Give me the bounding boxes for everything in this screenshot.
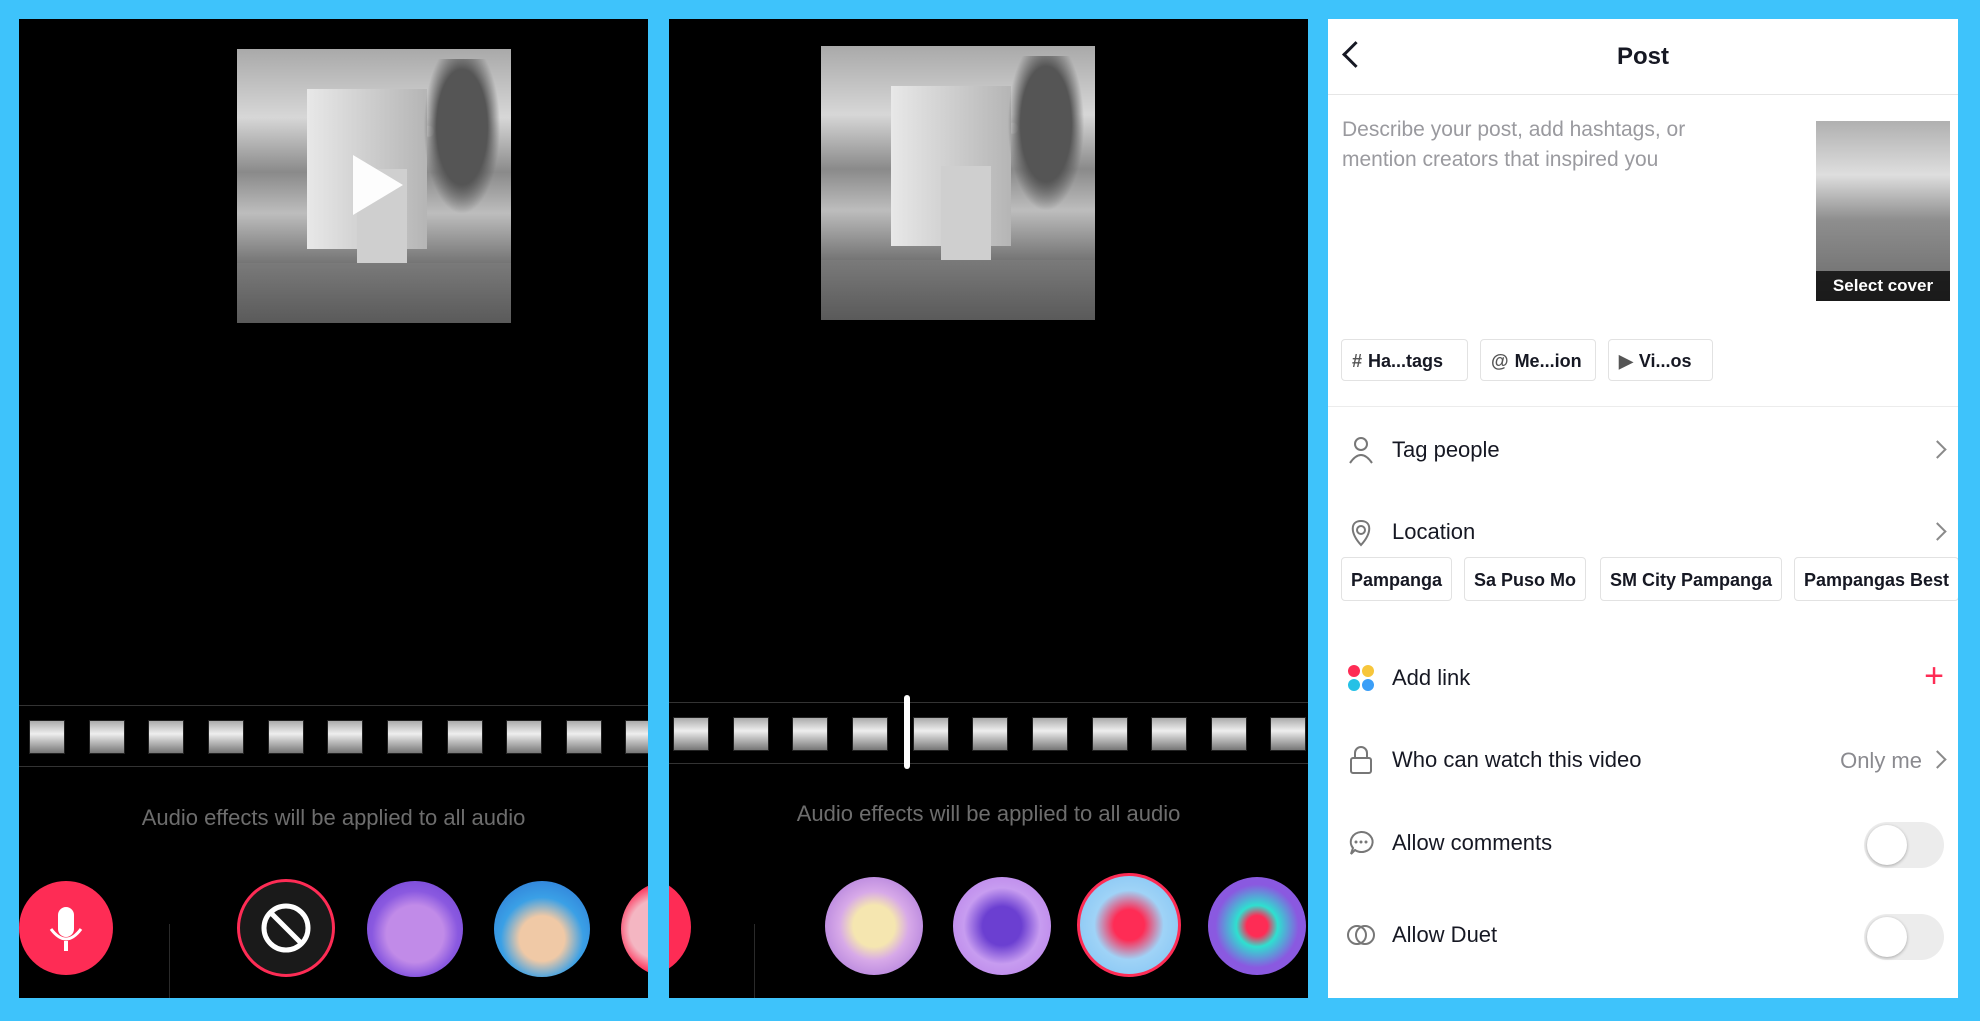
video-preview[interactable]	[237, 49, 511, 323]
hashtag-icon: #	[1352, 351, 1363, 371]
video-preview[interactable]	[821, 46, 1095, 320]
allow-duet-row: Allow Duet	[1328, 908, 1958, 964]
location-row[interactable]: Location	[1328, 505, 1958, 561]
location-suggestion[interactable]: Pampangas Best	[1794, 557, 1958, 601]
effect-cat-button[interactable]	[367, 881, 463, 977]
apps-icon	[1348, 665, 1374, 691]
page-title: Post	[1616, 43, 1669, 70]
play-icon[interactable]	[353, 155, 403, 215]
location-suggestion[interactable]: Pampanga	[1341, 557, 1453, 601]
allow-comments-toggle[interactable]	[1864, 822, 1944, 868]
tag-people-row[interactable]: Tag people	[1328, 423, 1958, 479]
comment-icon	[1349, 830, 1374, 855]
audio-editor-panel-left: Audio effects will be applied to all aud…	[19, 19, 648, 998]
allow-comments-row: Allow comments	[1328, 816, 1958, 872]
select-cover-button[interactable]: Select cover	[1816, 271, 1950, 301]
plus-icon[interactable]: +	[1924, 659, 1944, 693]
location-suggestion[interactable]: SM City Pampanga	[1600, 557, 1783, 601]
privacy-value: Only me	[1840, 748, 1922, 773]
no-effect-icon	[261, 903, 311, 953]
cover-thumbnail[interactable]: Select cover	[1816, 121, 1950, 301]
timeline-filmstrip[interactable]	[669, 702, 1308, 764]
person-icon	[1349, 437, 1373, 464]
audio-editor-panel-middle: Audio effects will be applied to all aud…	[669, 19, 1308, 998]
timeline-filmstrip[interactable]	[19, 705, 648, 767]
mentions-chip[interactable]: @ Me...ion	[1480, 339, 1596, 381]
location-suggestion[interactable]: Sa Puso Mo	[1464, 557, 1587, 601]
voiceover-button[interactable]	[19, 881, 113, 975]
effect-none-button[interactable]	[237, 879, 335, 977]
effect-vibrato-button[interactable]	[1077, 873, 1181, 977]
header: Post	[1328, 19, 1958, 95]
location-pin-icon	[1351, 519, 1371, 547]
post-panel: Post Describe your post, add hashtags, o…	[1328, 19, 1958, 998]
effect-electronic-button[interactable]	[1208, 877, 1306, 975]
effect-man-button[interactable]	[494, 881, 590, 977]
who-can-watch-row[interactable]: Who can watch this video Only me	[1328, 733, 1958, 789]
lock-icon	[1350, 746, 1372, 774]
chevron-right-icon	[1928, 750, 1947, 769]
microphone-icon	[49, 907, 83, 951]
videos-chip[interactable]: ▶ Vi...os	[1608, 339, 1713, 381]
chevron-right-icon	[1928, 440, 1947, 459]
play-circle-icon: ▶	[1619, 351, 1633, 371]
timeline-playhead[interactable]	[904, 695, 910, 769]
allow-duet-toggle[interactable]	[1864, 914, 1944, 960]
effect-next-button[interactable]	[621, 881, 648, 977]
audio-hint: Audio effects will be applied to all aud…	[796, 801, 1181, 826]
add-link-row[interactable]: Add link +	[1328, 651, 1958, 707]
description-input[interactable]: Describe your post, add hashtags, or men…	[1342, 115, 1722, 175]
effect-battery-button[interactable]	[953, 877, 1051, 975]
audio-hint: Audio effects will be applied to all aud…	[141, 805, 526, 830]
duet-icon	[1347, 925, 1375, 945]
next-setting-row	[1328, 987, 1958, 998]
effect-robot-button[interactable]	[825, 877, 923, 975]
hashtags-chip[interactable]: # Ha...tags	[1341, 339, 1468, 381]
effect-prev-button[interactable]	[669, 877, 691, 977]
at-icon: @	[1491, 351, 1509, 371]
chevron-right-icon	[1928, 522, 1947, 541]
